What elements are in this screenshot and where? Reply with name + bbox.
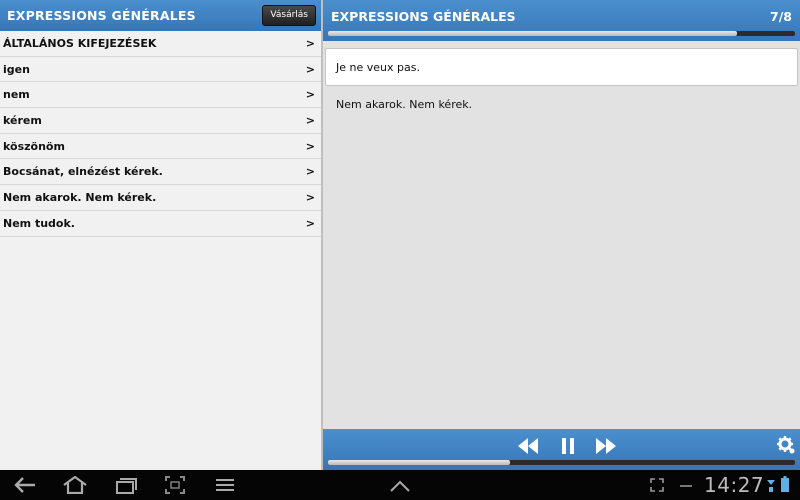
chevron-up-icon[interactable] — [389, 478, 411, 497]
clock[interactable]: 14:27 — [704, 473, 764, 497]
audio-progress-fill — [328, 460, 511, 465]
right-header: EXPRESSIONS GÉNÉRALES 7/8 — [323, 0, 800, 41]
settings-icon[interactable] — [776, 435, 796, 455]
chevron-right-icon: > — [305, 88, 315, 102]
category-list-pane: EXPRESSIONS GÉNÉRALES Vásárlás ÁLTALÁNOS… — [0, 0, 321, 470]
answer-text: Nem akarok. Nem kérek. — [336, 98, 473, 111]
chevron-right-icon: > — [305, 216, 315, 230]
list-item[interactable]: Nem tudok. > — [0, 211, 321, 237]
system-navigation-bar: 14:27 — [0, 470, 800, 500]
list-item-label: ÁLTALÁNOS KIFEJEZÉSEK — [3, 36, 157, 50]
audio-progress-bar[interactable] — [328, 460, 795, 465]
notification-icon[interactable] — [766, 478, 776, 497]
screenshot-icon[interactable] — [165, 476, 185, 498]
home-icon[interactable] — [62, 475, 88, 498]
list-item-label: Nem tudok. — [3, 216, 75, 230]
list-item-label: Bocsánat, elnézést kérek. — [3, 165, 163, 179]
list-item-label: köszönöm — [3, 139, 65, 153]
card-progress-bar — [328, 31, 795, 36]
minus-icon — [679, 477, 693, 496]
list-item[interactable]: Nem akarok. Nem kérek. > — [0, 185, 321, 211]
right-title: EXPRESSIONS GÉNÉRALES — [331, 9, 516, 24]
menu-icon[interactable] — [215, 476, 235, 498]
battery-icon — [781, 476, 789, 496]
prompt-card[interactable]: Je ne veux pas. — [325, 48, 798, 86]
left-title: EXPRESSIONS GÉNÉRALES — [7, 8, 196, 23]
chevron-right-icon: > — [305, 139, 315, 153]
list-item[interactable]: igen > — [0, 57, 321, 83]
list-item-label: kérem — [3, 113, 42, 127]
list-item[interactable]: nem > — [0, 82, 321, 109]
flashcard-pane: EXPRESSIONS GÉNÉRALES 7/8 Je ne veux pas… — [323, 0, 800, 470]
card-progress-fill — [328, 31, 737, 36]
chevron-right-icon: > — [305, 36, 315, 50]
list-item-label: igen — [3, 62, 30, 76]
expand-icon[interactable] — [650, 477, 664, 496]
list-item-label: nem — [3, 88, 30, 102]
chevron-right-icon: > — [305, 62, 315, 76]
phrase-list: ÁLTALÁNOS KIFEJEZÉSEK > igen > nem > kérem >… — [0, 31, 321, 237]
list-item[interactable]: Bocsánat, elnézést kérek. > — [0, 159, 321, 186]
pause-icon[interactable] — [557, 436, 579, 456]
rewind-icon[interactable] — [517, 436, 539, 456]
buy-button[interactable]: Vásárlás — [262, 5, 316, 26]
recent-apps-icon[interactable] — [115, 476, 137, 498]
card-counter: 7/8 — [770, 9, 792, 24]
left-header: EXPRESSIONS GÉNÉRALES Vásárlás — [0, 0, 321, 31]
chevron-right-icon: > — [305, 113, 315, 127]
back-icon[interactable] — [13, 476, 37, 498]
fast-forward-icon[interactable] — [595, 436, 617, 456]
list-item[interactable]: kérem > — [0, 108, 321, 134]
audio-player-bar — [323, 429, 800, 470]
list-item[interactable]: köszönöm > — [0, 134, 321, 160]
chevron-right-icon: > — [305, 165, 315, 179]
prompt-text: Je ne veux pas. — [336, 60, 420, 74]
list-item[interactable]: ÁLTALÁNOS KIFEJEZÉSEK > — [0, 31, 321, 57]
chevron-right-icon: > — [305, 190, 315, 204]
list-item-label: Nem akarok. Nem kérek. — [3, 190, 157, 204]
